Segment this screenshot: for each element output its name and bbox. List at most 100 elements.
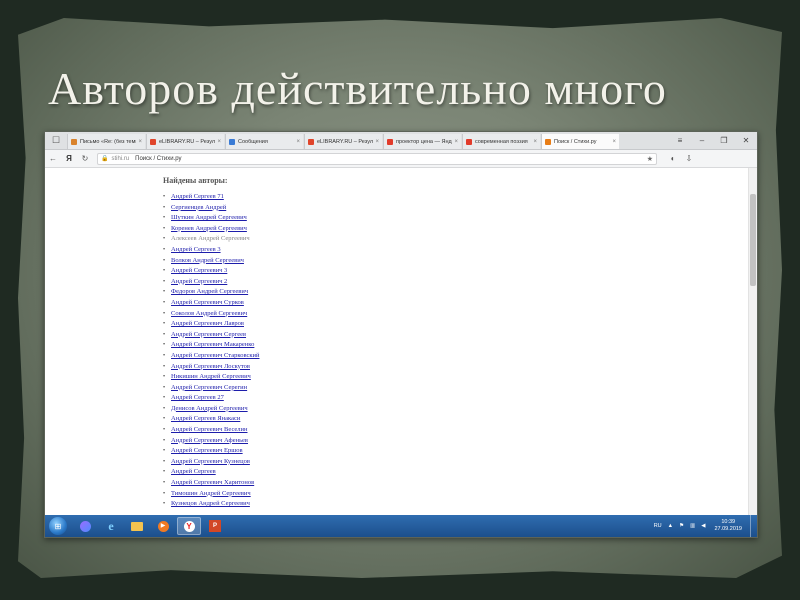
- author-link[interactable]: Андрей Сергеевич Лавров: [171, 320, 244, 327]
- author-link[interactable]: Андрей Сергеевич Афеньев: [171, 437, 248, 444]
- tab-favicon-icon: [150, 138, 156, 145]
- list-item: Андрей Сергеевич Макаренко: [163, 340, 259, 351]
- downloads-icon[interactable]: ⇩: [681, 154, 697, 163]
- list-item: Алексеев Андрей Сергеевич: [163, 234, 259, 245]
- file-explorer-icon[interactable]: [125, 517, 149, 535]
- author-link[interactable]: Алексеев Андрей Сергеевич: [171, 235, 250, 242]
- show-desktop-button[interactable]: [750, 515, 757, 537]
- tab-close-icon[interactable]: ×: [612, 139, 616, 145]
- tab-close-icon[interactable]: ×: [138, 139, 142, 145]
- author-link[interactable]: Федоров Андрей Сергеевич: [171, 288, 248, 295]
- list-item: Тимошин Андрей Сергеевич: [163, 489, 259, 500]
- author-link[interactable]: Андрей Сергеев: [171, 468, 216, 475]
- list-item: Андрей Сергеевич Серегин: [163, 383, 259, 394]
- address-text: Поиск / Стихи.ру: [135, 155, 182, 162]
- tab-close-icon[interactable]: ×: [454, 139, 458, 145]
- flag-icon[interactable]: ⚑: [679, 523, 684, 529]
- author-link[interactable]: Андрей Сергеевич Макаренко: [171, 341, 254, 348]
- tab-close-icon[interactable]: ×: [375, 139, 379, 145]
- address-bar[interactable]: 🔒 stihi.ru Поиск / Стихи.ру ★: [97, 152, 657, 165]
- browser-tab[interactable]: современная поэзия ×: [462, 134, 540, 149]
- author-link[interactable]: Андрей Сергеевич Сурков: [171, 299, 244, 306]
- windows-taskbar: ⊞ e ▶ Y P RU ▲ ⚑ ▥ ◀ 10:39 27.09.2019: [45, 515, 757, 537]
- extension-icon[interactable]: ◐: [665, 154, 681, 163]
- clock-time: 10:39: [721, 519, 736, 525]
- author-link[interactable]: Шуткин Андрей Сергеевич: [171, 214, 247, 221]
- author-link[interactable]: Андрей Сергеевич Веселин: [171, 426, 248, 433]
- list-item: Сергиенцев Андрей: [163, 203, 259, 214]
- list-item: Андрей Сергеевич Харитонов: [163, 478, 259, 489]
- list-item: Кузнецов Андрей Сергеевич: [163, 499, 259, 510]
- media-player-icon[interactable]: ▶: [151, 517, 175, 535]
- author-link[interactable]: Андрей Сергеевич Лоскутов: [171, 363, 250, 370]
- alice-assistant-icon[interactable]: [73, 517, 97, 535]
- tray-arrow-icon[interactable]: ▲: [668, 523, 673, 529]
- browser-tab[interactable]: Сообщения ×: [225, 134, 303, 149]
- clock[interactable]: 10:39 27.09.2019: [714, 519, 742, 533]
- author-link[interactable]: Тимошин Андрей Сергеевич: [171, 490, 251, 497]
- language-indicator[interactable]: RU: [654, 523, 662, 529]
- author-link[interactable]: Андрей Сергеев 71: [171, 193, 224, 200]
- minimize-icon[interactable]: –: [691, 136, 713, 145]
- list-item: Волков Андрей Сергеевич: [163, 256, 259, 267]
- author-link[interactable]: Андрей Сергеевич Ершов: [171, 447, 243, 454]
- browser-tab[interactable]: проектор цена — Яндекс×: [383, 134, 461, 149]
- navigation-bar: ← Я ↻ 🔒 stihi.ru Поиск / Стихи.ру ★ ◐ ⇩: [45, 150, 757, 168]
- tab-close-icon[interactable]: ×: [533, 139, 537, 145]
- browser-tab[interactable]: Поиск / Стихи.ру ×: [541, 134, 619, 149]
- author-link[interactable]: Сергиенцев Андрей: [171, 204, 226, 211]
- reload-icon[interactable]: ↻: [77, 154, 93, 163]
- author-link[interactable]: Кузнецов Андрей Сергеевич: [171, 500, 250, 507]
- yandex-logo-icon[interactable]: Я: [61, 154, 77, 163]
- tab-label: современная поэзия: [475, 138, 528, 145]
- author-link[interactable]: Соколов Андрей Сергеевич: [171, 310, 247, 317]
- author-link[interactable]: Коренев Андрей Сергеевич: [171, 225, 247, 232]
- author-link[interactable]: Андрей Сергеевич Кузнецов: [171, 458, 250, 465]
- page-content: Найдены авторы: Андрей Сергеев 71 Сергиен…: [45, 168, 757, 515]
- browser-tab[interactable]: Письмо «Re: (без темы)»×: [67, 134, 145, 149]
- internet-explorer-icon[interactable]: e: [99, 517, 123, 535]
- tab-close-icon[interactable]: ×: [217, 139, 221, 145]
- author-link[interactable]: Андрей Сергеевич 2: [171, 278, 227, 285]
- author-link[interactable]: Андрей Сергеев 3: [171, 246, 221, 253]
- restore-icon[interactable]: ❐: [713, 136, 735, 145]
- author-link[interactable]: Андрей Сергеев 27: [171, 394, 224, 401]
- tab-favicon-icon: [545, 138, 551, 145]
- tab-label: eLIBRARY.RU – Результаты: [159, 138, 216, 145]
- menu-icon[interactable]: ≡: [669, 136, 691, 145]
- vertical-scrollbar[interactable]: [748, 168, 757, 515]
- tab-close-icon[interactable]: ×: [296, 139, 300, 145]
- author-link[interactable]: Андрей Сергеевич 3: [171, 267, 227, 274]
- bookmark-icon[interactable]: ★: [647, 155, 653, 163]
- browser-tab[interactable]: eLIBRARY.RU – Результаты×: [146, 134, 224, 149]
- start-button[interactable]: ⊞: [49, 517, 67, 535]
- author-link[interactable]: Волков Андрей Сергеевич: [171, 257, 244, 264]
- lock-icon: 🔒: [101, 156, 109, 162]
- tab-strip: ☐ Письмо «Re: (без темы)»×eLIBRARY.RU – …: [45, 132, 757, 150]
- close-icon[interactable]: ✕: [735, 136, 757, 145]
- clock-date: 27.09.2019: [714, 526, 742, 532]
- yandex-browser-icon[interactable]: Y: [177, 517, 201, 535]
- tab-label: eLIBRARY.RU – Результаты: [317, 138, 374, 145]
- author-link[interactable]: Андрей Сергеевич Серегин: [171, 384, 247, 391]
- tab-label: проектор цена — Яндекс: [396, 138, 452, 145]
- powerpoint-icon[interactable]: P: [203, 517, 227, 535]
- tab-list: Письмо «Re: (без темы)»×eLIBRARY.RU – Ре…: [67, 132, 620, 149]
- author-link[interactable]: Никишин Андрей Сергеевич: [171, 373, 251, 380]
- back-icon[interactable]: ←: [45, 154, 61, 163]
- author-link[interactable]: Андрей Сергеевич Сергеев: [171, 331, 246, 338]
- author-link[interactable]: Андрей Сергеевич Старковский: [171, 352, 259, 359]
- tabs-menu-icon[interactable]: ☐: [45, 132, 67, 149]
- author-list: Андрей Сергеев 71 Сергиенцев Андрей Шуткин…: [163, 192, 259, 510]
- author-link[interactable]: Андрей Сергеев Янакаси: [171, 415, 240, 422]
- browser-tab[interactable]: eLIBRARY.RU – Результаты×: [304, 134, 382, 149]
- scrollbar-thumb[interactable]: [750, 194, 756, 286]
- volume-icon[interactable]: ◀: [701, 523, 705, 529]
- network-icon[interactable]: ▥: [690, 523, 695, 529]
- tab-label: Письмо «Re: (без темы)»: [80, 138, 136, 145]
- author-link[interactable]: Денисов Андрей Сергеевич: [171, 405, 248, 412]
- tab-favicon-icon: [466, 138, 472, 145]
- browser-toolbar-right: ◐ ⇩: [665, 154, 697, 163]
- list-item: Андрей Сергеевич Сурков: [163, 298, 259, 309]
- author-link[interactable]: Андрей Сергеевич Харитонов: [171, 479, 254, 486]
